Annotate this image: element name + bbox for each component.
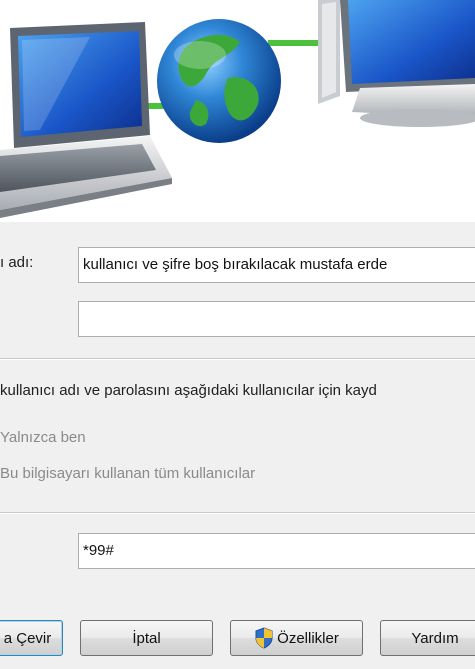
laptop-icon [0,22,172,218]
save-credentials-checkbox-label[interactable]: kullanıcı adı ve parolasını aşağıdaki ku… [0,382,377,399]
separator [0,358,475,360]
only-me-radio-label[interactable]: Yalnızca ben [0,429,86,446]
username-label: ı adı: [0,254,34,271]
dial-number-input[interactable]: *99# [78,533,475,569]
help-button[interactable]: Yardım [380,620,475,656]
shield-icon [254,627,274,649]
network-banner [0,0,475,222]
desktop-computer-icon [318,0,475,127]
dial-button-label: a Çevir [3,629,52,647]
all-users-radio-label[interactable]: Bu bilgisayarı kullanan tüm kullanıcılar [0,465,255,482]
help-button-label: Yardım [411,629,459,647]
separator [0,512,475,514]
globe-icon [157,19,281,143]
password-input[interactable] [78,301,475,337]
username-input[interactable]: kullanıcı ve şifre boş bırakılacak musta… [78,247,475,283]
cancel-button-label: İptal [132,629,161,647]
network-illustration [0,0,475,218]
dial-button[interactable]: a Çevir [0,620,63,656]
cancel-button[interactable]: İptal [80,620,213,656]
properties-button[interactable]: Özellikler [230,620,363,656]
properties-button-label: Özellikler [277,629,339,647]
